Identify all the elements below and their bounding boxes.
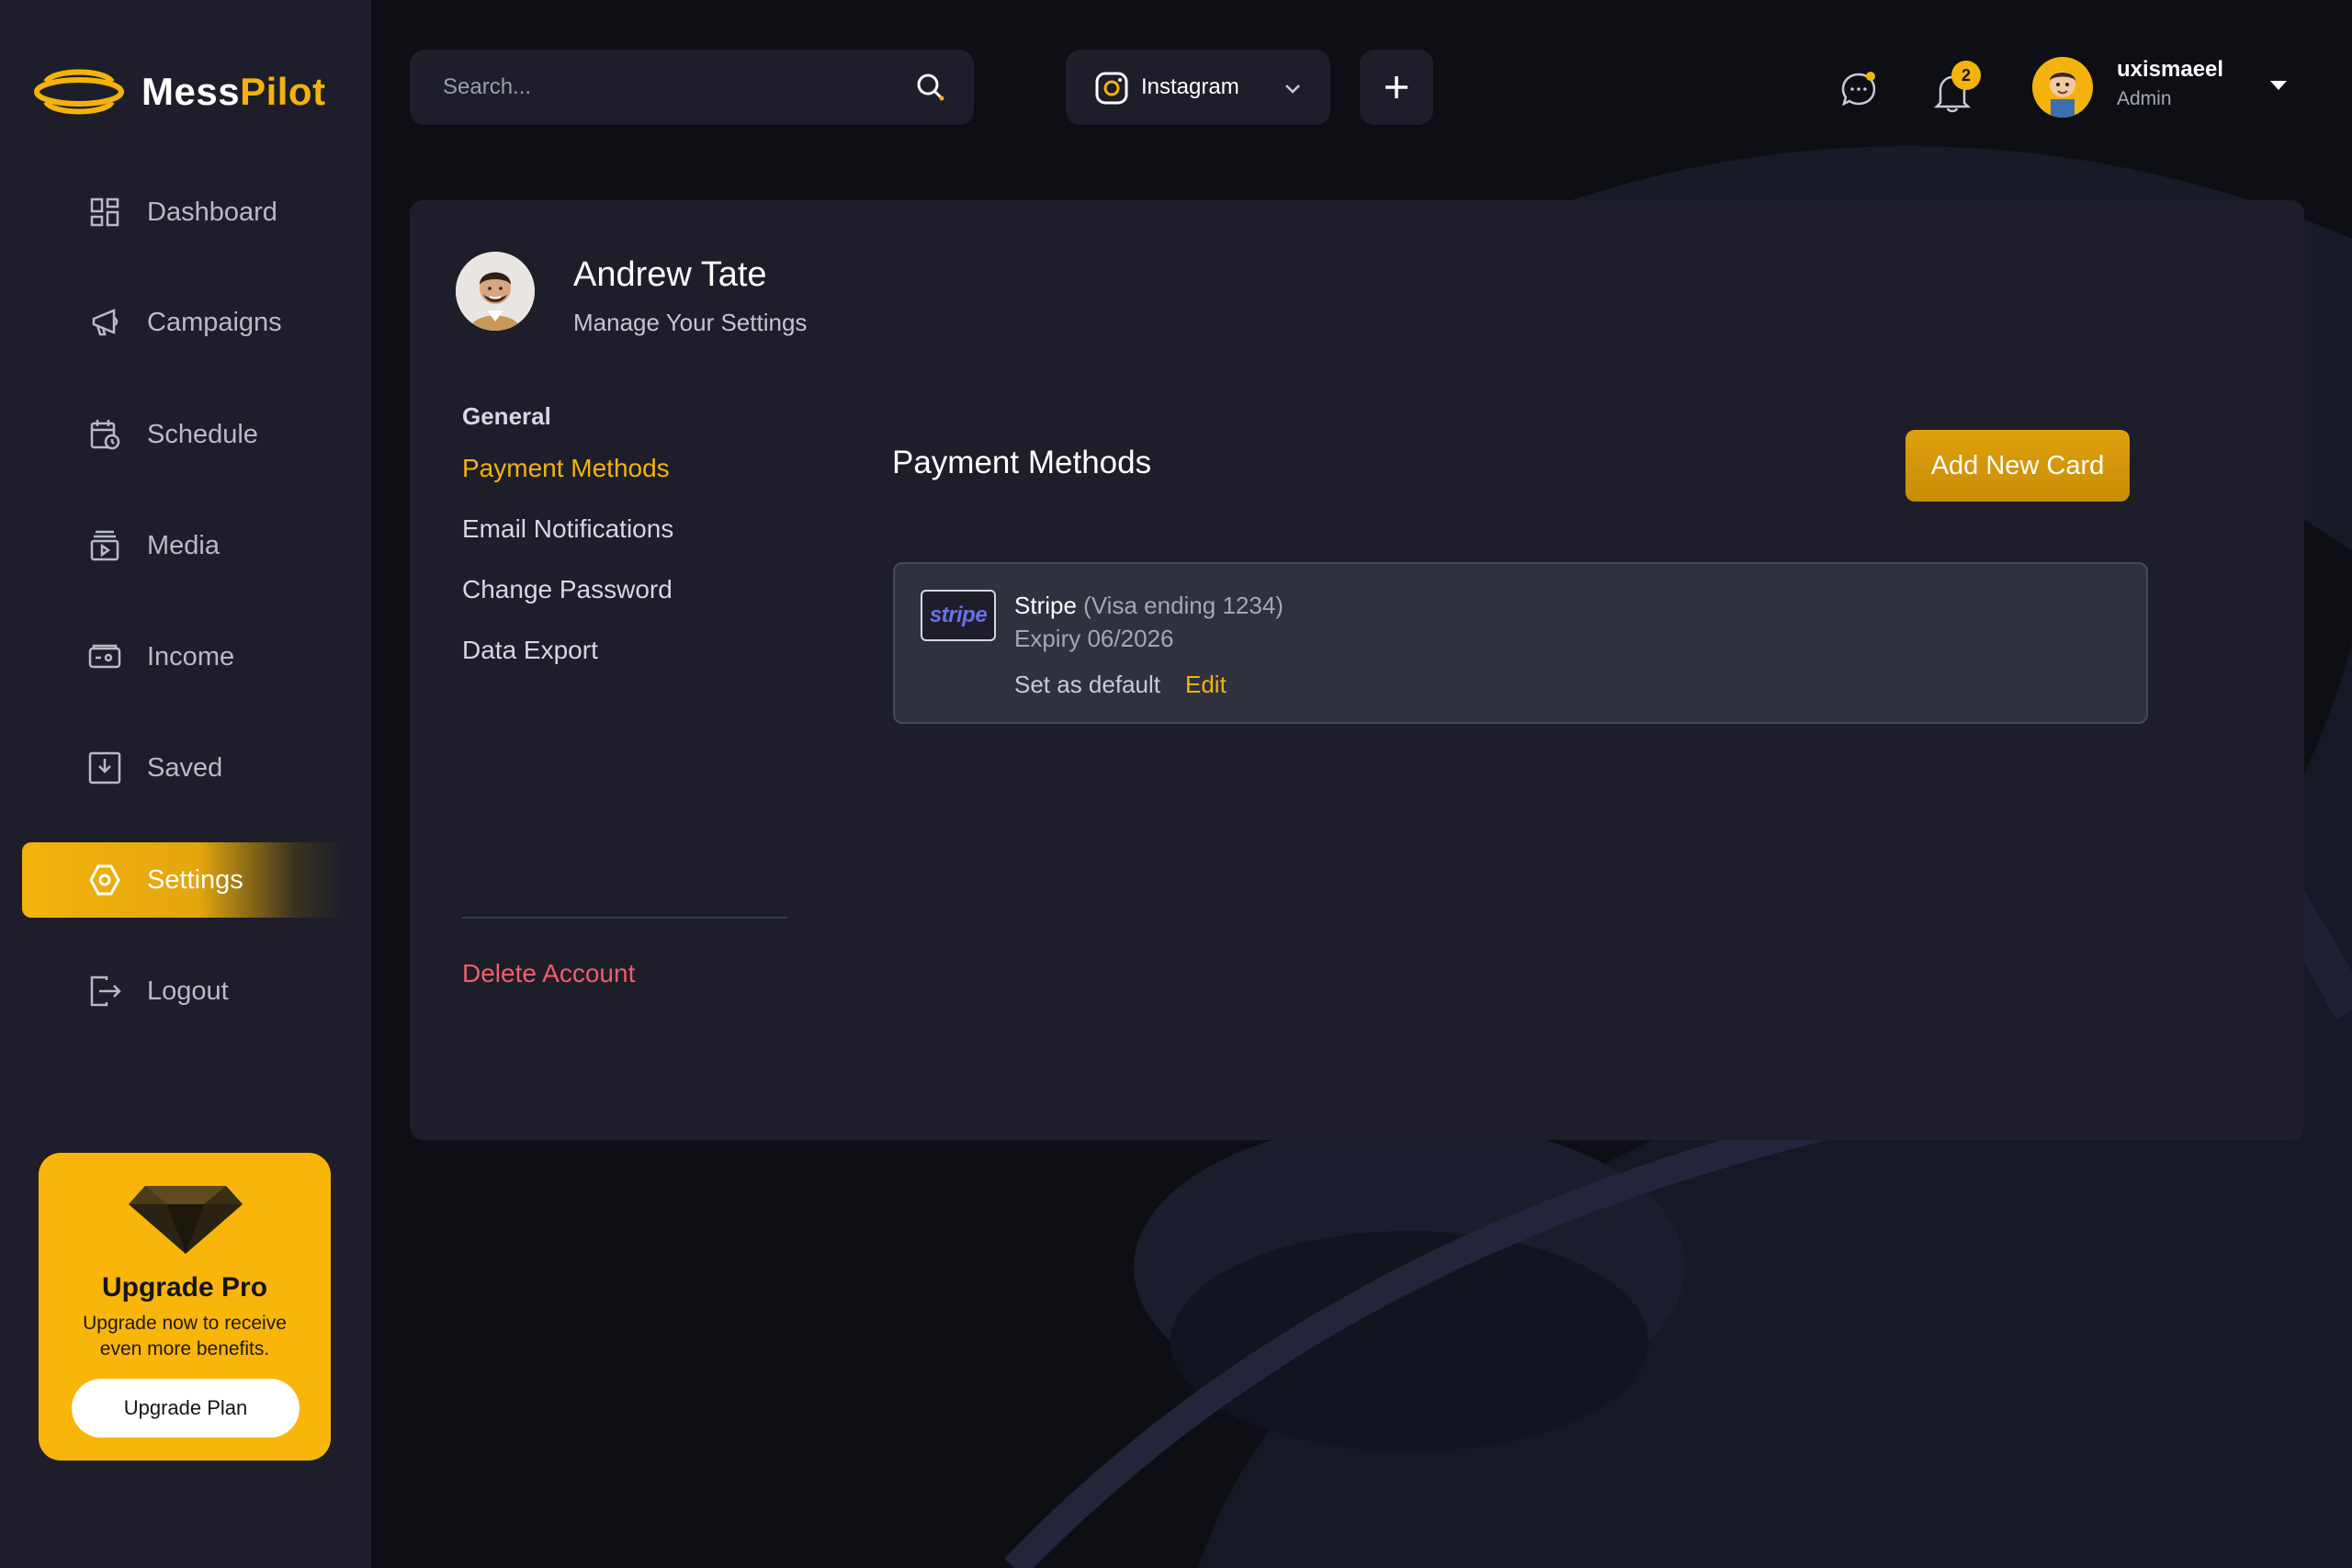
megaphone-icon (92, 309, 119, 336)
chevron-down-icon (1285, 85, 1300, 94)
profile-subtitle: Manage Your Settings (573, 309, 808, 336)
settings-link-payment-methods[interactable]: Payment Methods (462, 454, 670, 483)
settings-icon (89, 864, 120, 896)
instagram-icon (1095, 72, 1128, 105)
sidebar-item-label: Logout (147, 976, 229, 1006)
sidebar-item-label: Income (147, 641, 235, 671)
sidebar-item-media[interactable]: Media (22, 508, 344, 583)
calendar-clock-icon (90, 420, 120, 450)
app-name: MessPilot (141, 70, 326, 113)
user-avatar[interactable] (2032, 57, 2093, 118)
upgrade-pro-card: Upgrade Pro Upgrade now to receive even … (39, 1153, 331, 1461)
plus-icon (1385, 76, 1408, 98)
dashboard-icon (90, 197, 119, 227)
delete-account-link[interactable]: Delete Account (462, 959, 635, 988)
search-input[interactable] (443, 50, 902, 125)
logout-icon (90, 976, 121, 1007)
upgrade-description: Upgrade now to receive even more benefit… (83, 1313, 287, 1359)
upgrade-plan-button[interactable]: Upgrade Plan (72, 1379, 300, 1438)
payment-detail: (Visa ending 1234) (1083, 592, 1283, 619)
profile-photo (456, 252, 535, 331)
avatar-image (2032, 57, 2093, 118)
edit-link[interactable]: Edit (1185, 671, 1227, 699)
user-name: uxismaeel (2117, 57, 2224, 82)
platform-label: Instagram (1141, 74, 1239, 99)
profile-avatar (456, 252, 535, 331)
media-icon (90, 530, 119, 561)
notifications[interactable]: 2 (1929, 61, 1981, 116)
profile-name: Andrew Tate (573, 255, 767, 294)
sidebar-item-label: Campaigns (147, 307, 282, 337)
sidebar-item-label: Media (147, 530, 220, 560)
sidebar-item-label: Settings (147, 864, 243, 895)
user-role: Admin (2117, 88, 2172, 109)
divider (462, 917, 787, 919)
stripe-logo: stripe (921, 590, 996, 641)
sidebar-item-dashboard[interactable]: Dashboard (22, 175, 344, 250)
payment-expiry: Expiry 06/2026 (1014, 625, 1174, 652)
payment-method-card: stripe Stripe (Visa ending 1234) Expiry … (893, 562, 2148, 724)
settings-card: Andrew Tate Manage Your Settings General… (410, 200, 2304, 1140)
sidebar-item-settings[interactable]: Settings (22, 842, 344, 918)
sidebar-item-saved[interactable]: Saved (22, 730, 344, 806)
download-icon (88, 751, 121, 784)
sidebar-item-logout[interactable]: Logout (22, 953, 344, 1029)
sidebar-item-label: Saved (147, 752, 223, 783)
sidebar-item-label: Dashboard (147, 197, 277, 227)
settings-link-change-password[interactable]: Change Password (462, 575, 673, 604)
payment-method-title: Stripe (Visa ending 1234) (1014, 592, 1283, 620)
chat-icon[interactable] (1839, 70, 1878, 108)
platform-select[interactable]: Instagram (1066, 50, 1330, 125)
notification-badge: 2 (1951, 61, 1981, 90)
section-title: Payment Methods (892, 445, 1152, 480)
sidebar-item-schedule[interactable]: Schedule (22, 397, 344, 472)
payment-brand: Stripe (1014, 592, 1077, 619)
search-icon[interactable] (915, 72, 946, 103)
settings-link-email-notifications[interactable]: Email Notifications (462, 514, 673, 544)
caret-down-icon[interactable] (2267, 77, 2290, 94)
wallet-icon (88, 644, 121, 669)
search-bar (410, 50, 974, 125)
diamond-icon (129, 1186, 243, 1254)
sidebar: MessPilot Dashboard Campaigns Schedule M… (0, 0, 371, 1568)
app-logo[interactable]: MessPilot (33, 64, 326, 119)
settings-heading-general: General (462, 402, 551, 430)
sidebar-item-income[interactable]: Income (22, 619, 344, 694)
set-default-link[interactable]: Set as default (1014, 671, 1160, 699)
add-new-card-button[interactable]: Add New Card (1905, 430, 2130, 502)
messpilot-logo-icon (34, 69, 124, 115)
settings-link-data-export[interactable]: Data Export (462, 636, 598, 665)
upgrade-title: Upgrade Pro (101, 1272, 268, 1303)
add-button[interactable] (1360, 50, 1433, 125)
sidebar-item-campaigns[interactable]: Campaigns (22, 285, 344, 360)
sidebar-item-label: Schedule (147, 419, 258, 449)
